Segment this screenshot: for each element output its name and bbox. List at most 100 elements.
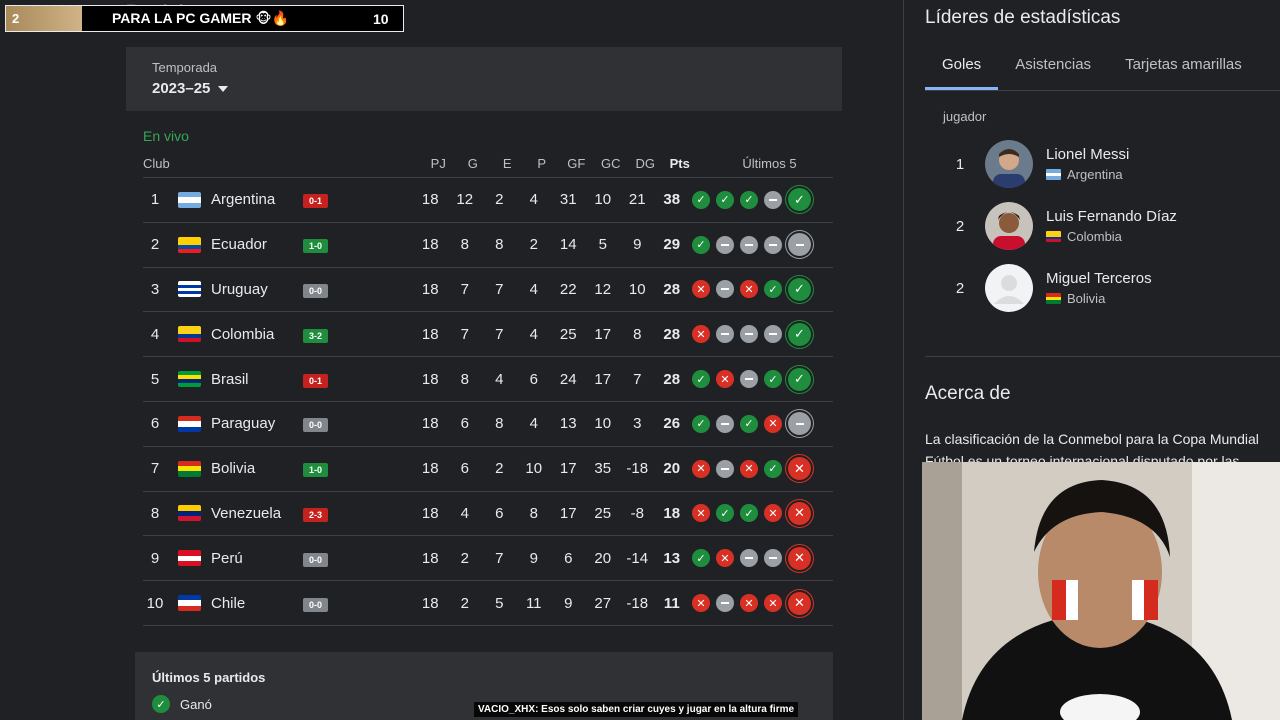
header-last5: Últimos 5 [742, 156, 797, 171]
live-score-badge: 3-2 [303, 328, 328, 343]
team-name[interactable]: Venezuela [211, 505, 303, 522]
stat-e: 8 [495, 415, 504, 433]
stat-pj: 18 [421, 191, 439, 209]
stat-pj: 18 [421, 549, 439, 567]
win-icon: ✓ [692, 235, 710, 254]
team-name[interactable]: Ecuador [211, 236, 303, 253]
table-row[interactable]: 7 Bolivia 1-0 18 6 2 10 17 35 -18 20 ✕ ✕ ✓… [143, 447, 833, 492]
stat-gf: 13 [559, 415, 577, 433]
flag-icon [1046, 231, 1061, 242]
live-score-cell: 3-2 [303, 326, 413, 343]
table-row[interactable]: 4 Colombia 3-2 18 7 7 4 25 17 8 28 ✕ ✓ [143, 312, 833, 358]
team-name[interactable]: Brasil [211, 371, 303, 388]
table-row[interactable]: 2 Ecuador 1-0 18 8 8 2 14 5 9 29 ✓ [143, 223, 833, 268]
stat-gc: 12 [594, 280, 612, 298]
leader-name: Lionel Messi [1046, 146, 1130, 163]
stat-e: 5 [495, 594, 504, 612]
stat-gc: 25 [594, 504, 612, 522]
header-gf: GF [567, 156, 586, 171]
table-row[interactable]: 9 Perú 0-0 18 2 7 9 6 20 -14 13 ✓ ✕ ✕ [143, 536, 833, 582]
draw-icon [740, 549, 758, 568]
stat-pj: 18 [421, 504, 439, 522]
team-name[interactable]: Argentina [211, 191, 303, 208]
stat-dg: 3 [633, 415, 642, 433]
team-position: 5 [150, 370, 160, 388]
team-name[interactable]: Perú [211, 550, 303, 567]
table-row[interactable]: 1 Argentina 0-1 18 12 2 4 31 10 21 38 ✓ ✓… [143, 178, 833, 223]
stat-g: 6 [460, 460, 469, 478]
stat-e: 7 [495, 280, 504, 298]
list-item[interactable]: 2 Miguel Terceros Bolivia [925, 257, 1280, 319]
caret-down-icon [218, 85, 229, 92]
team-flag-cell [167, 371, 211, 388]
season-dropdown[interactable]: 2023–25 [152, 80, 816, 97]
table-row[interactable]: 5 Brasil 0-1 18 8 4 6 24 17 7 28 ✓ ✕ ✓ ✓ [143, 357, 833, 402]
team-name[interactable]: Colombia [211, 326, 303, 343]
live-score-badge: 1-0 [303, 463, 328, 478]
loss-icon: ✕ [692, 594, 710, 613]
win-icon: ✓ [692, 549, 710, 568]
loss-icon: ✕ [740, 280, 758, 299]
avatar [985, 140, 1033, 188]
leader-info: Luis Fernando Díaz Colombia [1046, 208, 1177, 244]
table-row[interactable]: 8 Venezuela 2-3 18 4 6 8 17 25 -8 18 ✕ ✓ ✓… [143, 492, 833, 537]
stat-e: 7 [495, 549, 504, 567]
header-dg: DG [635, 156, 656, 171]
team-position: 6 [150, 415, 160, 433]
team-name[interactable]: Uruguay [211, 281, 303, 298]
list-item[interactable]: 2 Luis Fernando Díaz Colombia [925, 195, 1280, 257]
stat-dg: -14 [626, 549, 649, 567]
check-icon: ✓ [152, 695, 170, 713]
stat-g: 7 [460, 325, 469, 343]
season-selector[interactable]: Temporada 2023–25 [126, 47, 842, 111]
stat-gf: 22 [559, 280, 577, 298]
team-name[interactable]: Paraguay [211, 415, 303, 432]
chat-user: VACIO_XHX [478, 704, 536, 715]
team-name[interactable]: Bolivia [211, 460, 303, 477]
team-flag-cell [167, 415, 211, 432]
live-score-badge: 0-0 [303, 418, 328, 433]
stream-overlay-banner: 2 PARA LA PC GAMER 🐵🔥 10 [5, 5, 404, 32]
live-score-badge: 0-1 [303, 373, 328, 388]
win-icon: ✓ [764, 280, 782, 299]
loss-icon: ✕ [788, 546, 811, 570]
stats-tabs: Goles Asistencias Tarjetas amarillas [925, 44, 1280, 91]
about-title: Acerca de [925, 383, 1011, 404]
loss-icon: ✕ [764, 414, 782, 433]
stat-g: 2 [460, 549, 469, 567]
loss-icon: ✕ [764, 504, 782, 523]
flag-icon [177, 281, 201, 298]
tab-tarjetas[interactable]: Tarjetas amarillas [1108, 44, 1259, 90]
win-icon: ✓ [716, 504, 734, 523]
tab-goles[interactable]: Goles [925, 44, 999, 90]
table-row[interactable]: 6 Paraguay 0-0 18 6 8 4 13 10 3 26 ✓ ✓ ✕ [143, 402, 833, 447]
stat-g: 8 [460, 370, 469, 388]
live-score-cell: 2-3 [303, 505, 413, 522]
flag-icon [1046, 169, 1061, 180]
tab-asistencias[interactable]: Asistencias [998, 44, 1108, 90]
team-position: 3 [150, 280, 160, 298]
stat-gc: 17 [594, 325, 612, 343]
live-score-badge: 2-3 [303, 507, 328, 522]
team-flag-cell [167, 326, 211, 343]
stat-e: 7 [495, 325, 504, 343]
live-score-badge: 0-0 [303, 552, 328, 567]
season-label: Temporada [152, 60, 218, 75]
header-p: P [537, 156, 547, 171]
win-icon: ✓ [740, 190, 758, 209]
draw-icon [716, 280, 734, 299]
win-icon: ✓ [740, 414, 758, 433]
table-row[interactable]: 10 Chile 0-0 18 2 5 11 9 27 -18 11 ✕ ✕ ✕ ✕ [143, 581, 833, 626]
list-item[interactable]: 1 Lionel Messi Argentina [925, 133, 1280, 195]
draw-icon [740, 370, 758, 389]
stat-pts: 20 [663, 460, 681, 478]
stat-gc: 35 [594, 460, 612, 478]
draw-icon [764, 235, 782, 254]
team-flag-cell [167, 595, 211, 612]
team-name[interactable]: Chile [211, 595, 303, 612]
table-row[interactable]: 3 Uruguay 0-0 18 7 7 4 22 12 10 28 ✕ ✕ ✓ ✓ [143, 268, 833, 313]
draw-icon [740, 235, 758, 254]
player-column-label: jugador [943, 109, 987, 124]
team-flag-cell [167, 505, 211, 522]
stat-p: 4 [529, 415, 538, 433]
